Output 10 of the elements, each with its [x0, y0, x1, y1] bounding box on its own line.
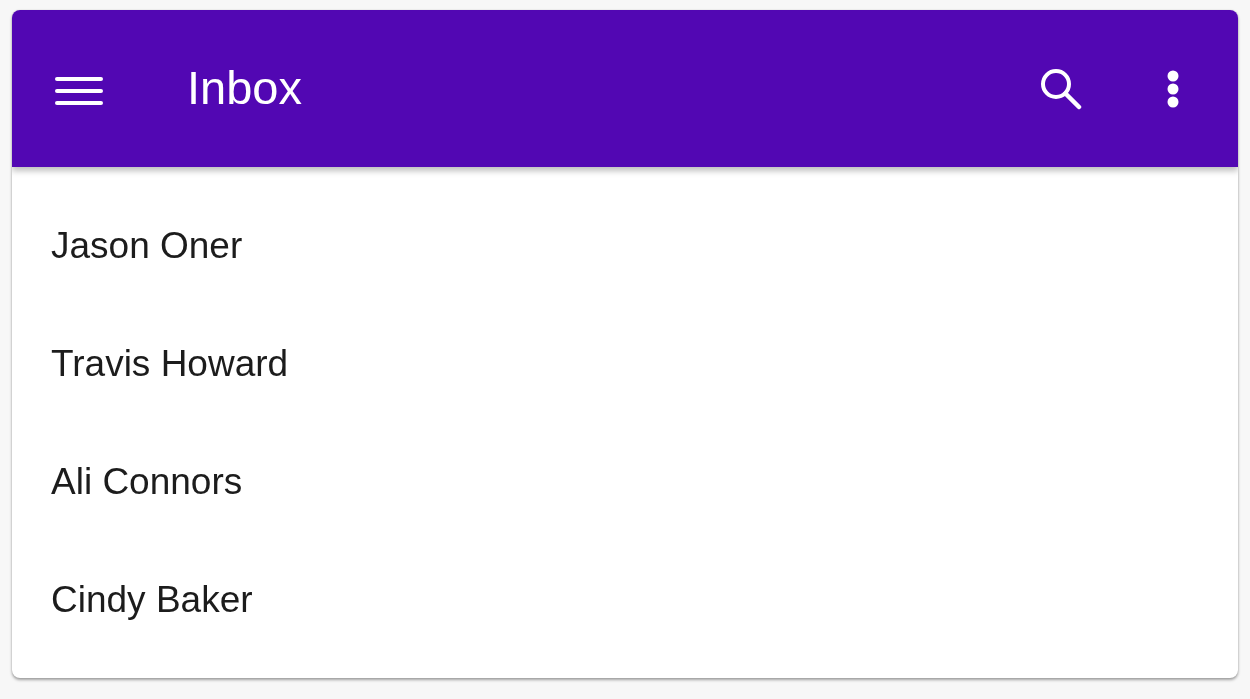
menu-icon — [55, 76, 103, 105]
search-button[interactable] — [1040, 67, 1082, 110]
more-button[interactable] — [1167, 69, 1179, 108]
list-item[interactable]: Cindy Baker — [12, 541, 253, 659]
list-item[interactable]: Jason Oner — [12, 187, 243, 305]
list-item[interactable]: Travis Howard — [12, 305, 289, 423]
app-title: Inbox — [187, 64, 302, 113]
search-icon — [1040, 67, 1082, 110]
list-item[interactable]: Ali Connors — [12, 423, 243, 541]
more-vertical-icon — [1167, 69, 1179, 108]
